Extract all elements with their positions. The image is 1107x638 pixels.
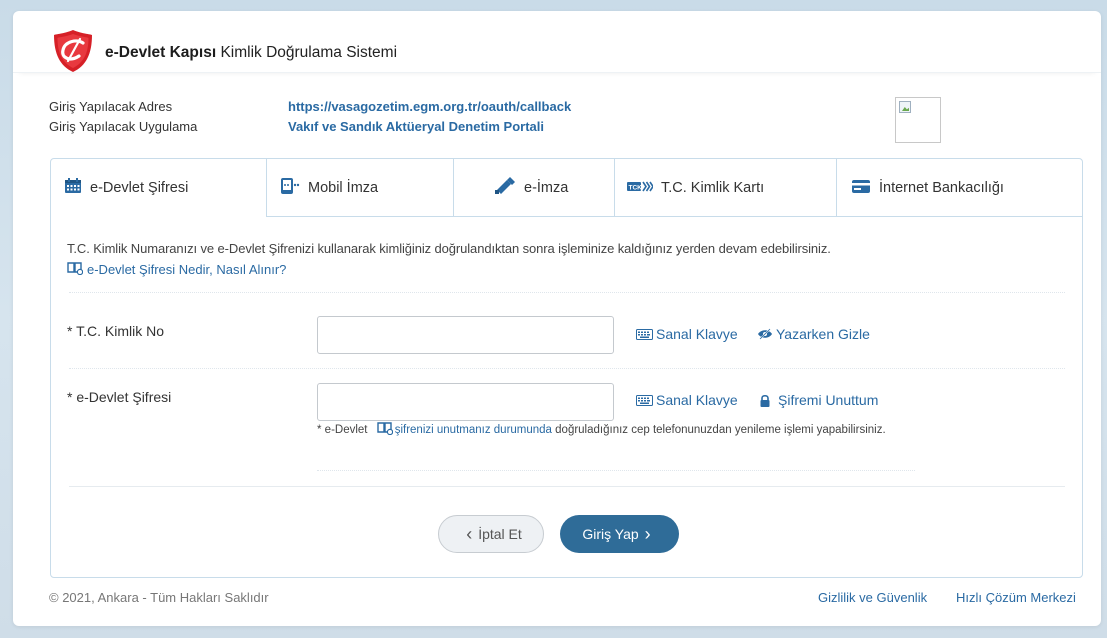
privacy-link[interactable]: Gizlilik ve Güvenlik	[818, 590, 927, 605]
address-value: https://vasagozetim.egm.org.tr/oauth/cal…	[288, 99, 572, 114]
hide-typing-label: Yazarken Gizle	[776, 326, 870, 342]
tab-label: e-İmza	[524, 179, 569, 196]
virtual-keyboard-label: Sanal Klavye	[656, 326, 738, 342]
lock-icon	[759, 394, 771, 407]
divider	[69, 368, 1065, 369]
application-logo-broken-image	[895, 97, 941, 143]
book-icon	[377, 421, 393, 442]
note-suffix: doğruladığınız cep telefonunuzdan yenile…	[551, 424, 886, 436]
tab-label: Mobil İmza	[308, 179, 379, 196]
help-center-link[interactable]: Hızlı Çözüm Merkezi	[956, 590, 1076, 605]
page-title: e-Devlet Kapısı Kimlik Doğrulama Sistemi	[105, 44, 398, 61]
svg-text:TCK: TCK	[629, 184, 643, 191]
forgot-password-label: Şifremi Unuttum	[778, 392, 879, 408]
keyboard-icon	[636, 328, 653, 340]
help-link[interactable]: e-Devlet Şifresi Nedir, Nasıl Alınır?	[67, 261, 286, 278]
divider	[69, 486, 1065, 487]
tab-id-card[interactable]: TCK T.C. Kimlik Kartı	[614, 159, 836, 217]
login-description: T.C. Kimlik Numaranızı ve e-Devlet Şifre…	[67, 241, 831, 256]
book-icon	[67, 261, 84, 278]
address-label: Giriş Yapılacak Adres	[49, 99, 173, 114]
eye-slash-icon	[757, 328, 773, 340]
credit-card-icon	[851, 178, 871, 198]
login-method-tabs: e-Devlet Şifresi Mobil İmza e-İmza TCK T…	[51, 159, 1082, 217]
tab-edevlet-password[interactable]: e-Devlet Şifresi	[51, 159, 266, 217]
login-card: e-Devlet Kapısı Kimlik Doğrulama Sistemi…	[13, 11, 1101, 626]
password-reset-note: * e-Devlet şifrenizi unutmanız durumunda…	[317, 421, 917, 442]
broken-image-icon	[899, 101, 911, 113]
tab-internet-banking[interactable]: İnternet Bankacılığı	[836, 159, 1082, 217]
password-label: * e-Devlet Şifresi	[67, 389, 172, 405]
chevron-right-icon: ›	[644, 524, 651, 544]
mobile-signature-icon	[280, 177, 300, 199]
virtual-keyboard-button[interactable]: Sanal Klavye	[636, 326, 738, 342]
keyboard-icon	[636, 394, 653, 406]
tab-label: İnternet Bankacılığı	[879, 179, 1004, 196]
usb-token-icon	[494, 176, 516, 199]
login-button[interactable]: Giriş Yap ›	[560, 515, 679, 553]
password-reset-link[interactable]: şifrenizi unutmanız durumunda	[395, 424, 552, 436]
divider	[69, 292, 1065, 293]
application-value: Vakıf ve Sandık Aktüeryal Denetim Portal…	[288, 119, 545, 134]
cancel-button[interactable]: ‹ İptal Et	[438, 515, 544, 553]
application-label: Giriş Yapılacak Uygulama	[49, 119, 198, 134]
chevron-left-icon: ‹	[466, 524, 473, 544]
edevlet-logo	[54, 30, 92, 72]
divider	[317, 470, 915, 471]
tab-label: T.C. Kimlik Kartı	[661, 179, 765, 196]
copyright: © 2021, Ankara - Tüm Hakları Saklıdır	[49, 590, 269, 605]
id-card-icon: TCK	[627, 180, 654, 196]
login-button-label: Giriş Yap	[582, 526, 639, 542]
tab-label: e-Devlet Şifresi	[90, 180, 189, 196]
help-link-label: e-Devlet Şifresi Nedir, Nasıl Alınır?	[87, 262, 287, 277]
login-panel: e-Devlet Şifresi Mobil İmza e-İmza TCK T…	[50, 158, 1083, 578]
password-input[interactable]	[317, 383, 614, 421]
hide-typing-toggle[interactable]: Yazarken Gizle	[757, 326, 870, 342]
virtual-keyboard-label: Sanal Klavye	[656, 392, 738, 408]
note-prefix: * e-Devlet	[317, 424, 368, 436]
tc-number-label: * T.C. Kimlik No	[67, 323, 164, 339]
forgot-password-link[interactable]: Şifremi Unuttum	[759, 392, 878, 408]
tab-e-signature[interactable]: e-İmza	[453, 159, 614, 217]
header: e-Devlet Kapısı Kimlik Doğrulama Sistemi	[13, 11, 1101, 73]
virtual-keyboard-button[interactable]: Sanal Klavye	[636, 392, 738, 408]
tab-mobile-signature[interactable]: Mobil İmza	[266, 159, 453, 217]
cancel-button-label: İptal Et	[478, 526, 522, 542]
tc-number-input[interactable]	[317, 316, 614, 354]
calendar-icon	[64, 178, 82, 198]
